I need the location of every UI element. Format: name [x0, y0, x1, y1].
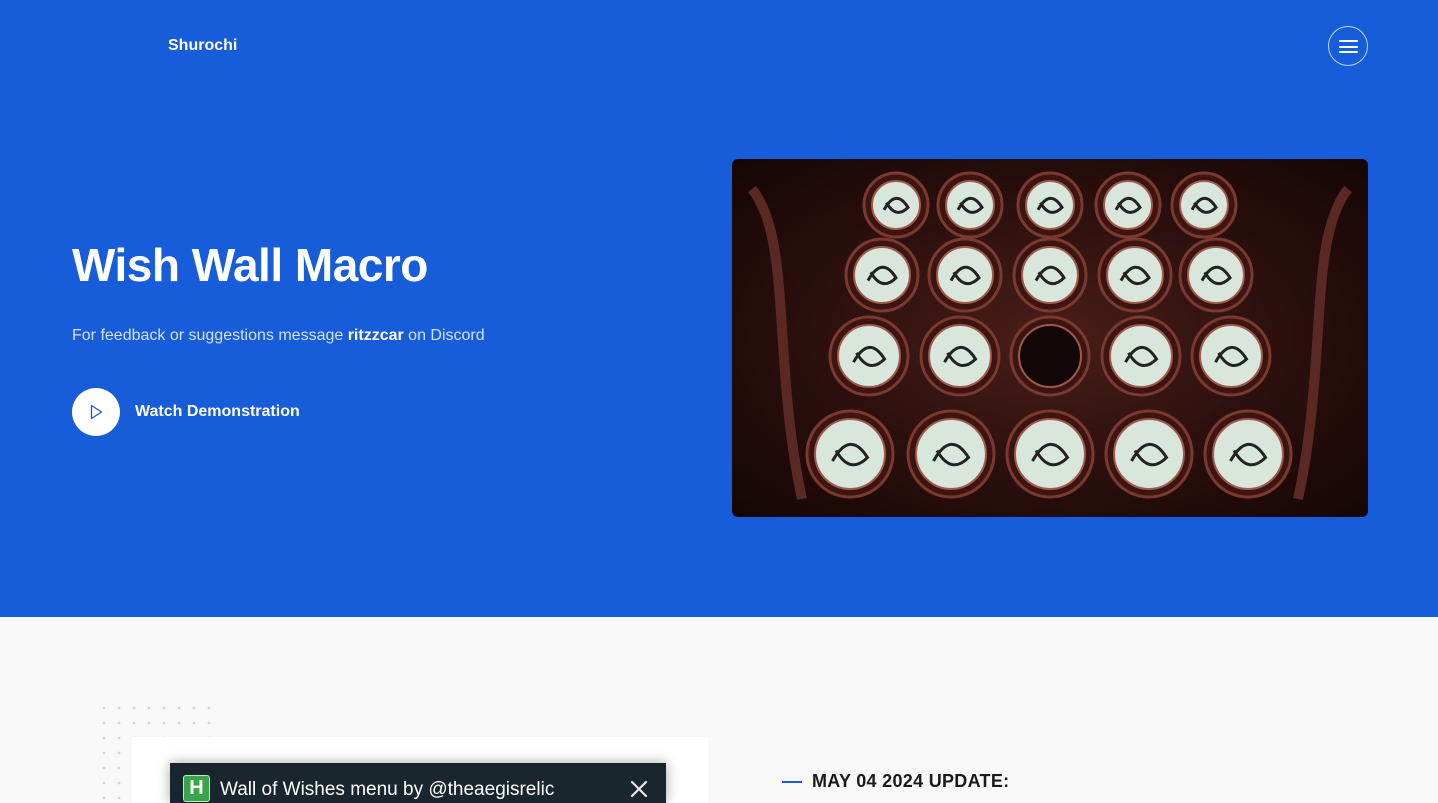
- close-icon[interactable]: [628, 778, 650, 800]
- update-title: MAY 04 2024 UPDATE:: [812, 771, 1010, 791]
- subtitle-prefix: For feedback or suggestions message: [72, 327, 348, 344]
- play-button[interactable]: [72, 388, 120, 436]
- discord-username: ritzzcar: [347, 327, 404, 344]
- page-title: Wish Wall Macro: [72, 239, 428, 291]
- brand-logo[interactable]: Shurochi: [168, 37, 237, 55]
- hero-section: Shurochi Wish Wall Macro For feedback or…: [0, 0, 1438, 617]
- wall-of-wishes-window: H Wall of Wishes menu by @theaegisrelic: [170, 763, 666, 803]
- accent-line: [782, 780, 802, 783]
- hamburger-menu-icon[interactable]: [1328, 26, 1368, 66]
- watch-demonstration-button[interactable]: Watch Demonstration: [72, 388, 300, 436]
- subtitle-suffix: on Discord: [403, 327, 485, 344]
- hero-subtitle: For feedback or suggestions message ritz…: [72, 327, 485, 345]
- demo-video-thumbnail[interactable]: [732, 159, 1368, 517]
- wish-wall-image: [747, 171, 1353, 501]
- window-title: Wall of Wishes menu by @theaegisrelic: [220, 779, 555, 800]
- app-badge-icon: H: [183, 775, 210, 802]
- update-heading: MAY 04 2024 UPDATE:: [782, 771, 1009, 792]
- watch-demonstration-label: Watch Demonstration: [135, 403, 300, 420]
- play-icon: [90, 404, 103, 420]
